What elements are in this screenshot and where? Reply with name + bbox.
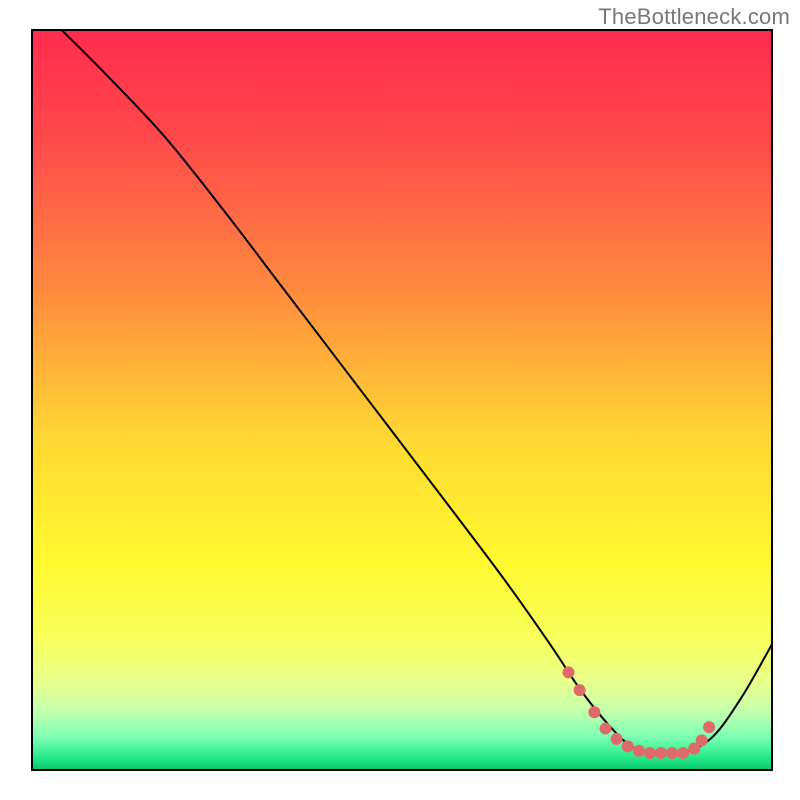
optimal-zone-marker <box>696 734 708 746</box>
optimal-zone-marker <box>611 733 623 745</box>
watermark-label: TheBottleneck.com <box>598 4 790 30</box>
optimal-zone-marker <box>644 747 656 759</box>
optimal-zone-marker <box>563 666 575 678</box>
optimal-zone-marker <box>622 740 634 752</box>
chart-container: TheBottleneck.com <box>0 0 800 800</box>
optimal-zone-marker <box>677 747 689 759</box>
bottleneck-chart <box>0 0 800 800</box>
optimal-zone-marker <box>574 684 586 696</box>
optimal-zone-marker <box>600 723 612 735</box>
optimal-zone-marker <box>666 747 678 759</box>
gradient-background <box>32 30 772 770</box>
optimal-zone-marker <box>703 721 715 733</box>
optimal-zone-marker <box>633 745 645 757</box>
optimal-zone-marker <box>655 747 667 759</box>
optimal-zone-marker <box>588 706 600 718</box>
